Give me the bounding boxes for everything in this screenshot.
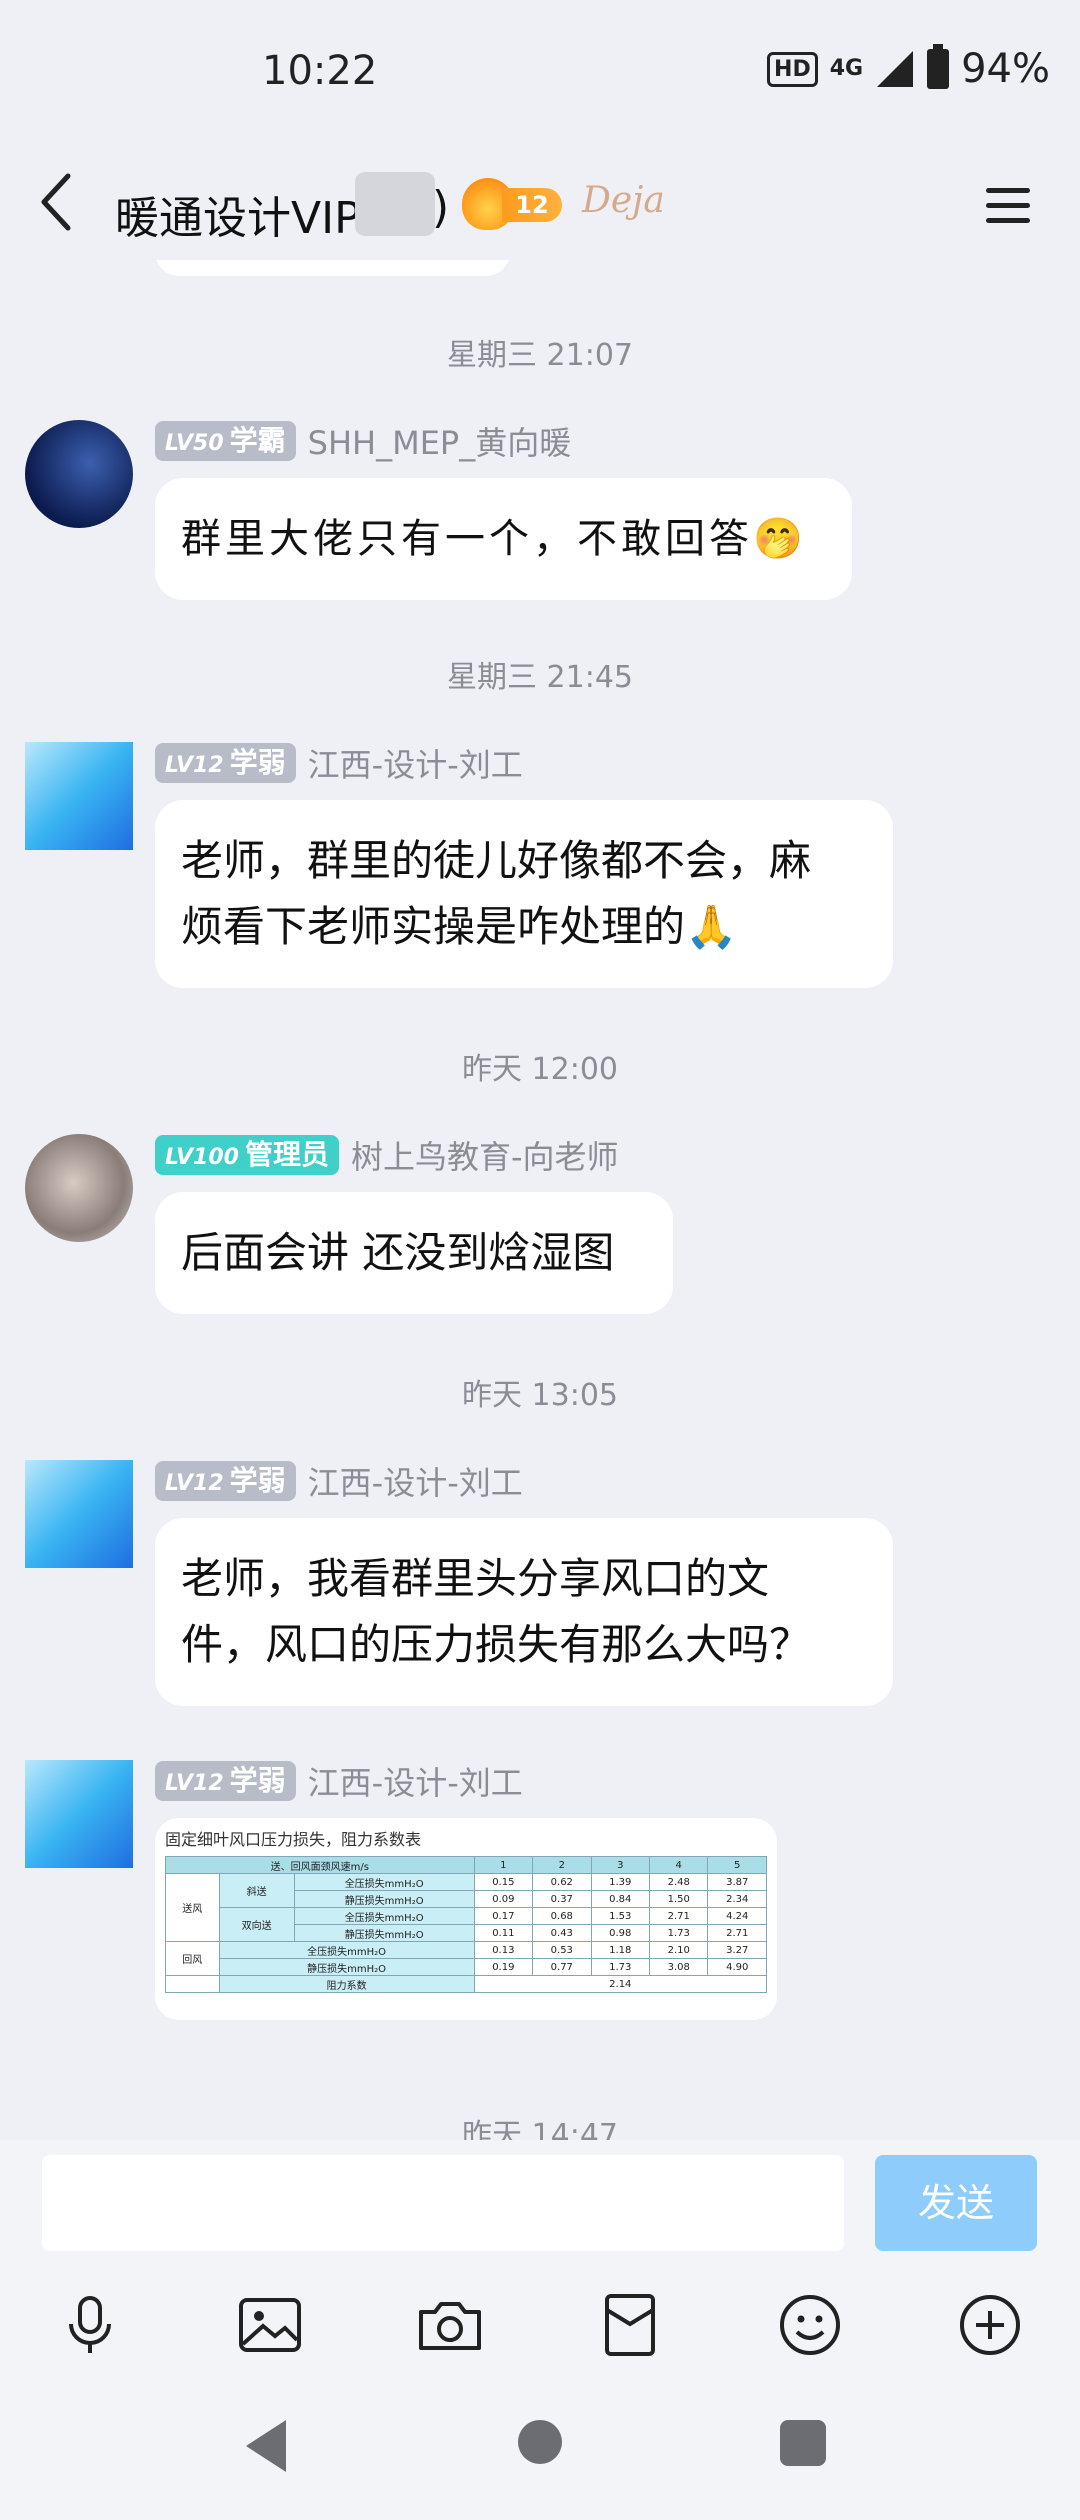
message-text-line: 老师，群里的徒儿好像都不会，麻 (181, 836, 812, 885)
timestamp: 昨天 14:47 (462, 2118, 618, 2140)
emoji-icon[interactable] (775, 2290, 845, 2360)
table-row: 静压损失mmH₂O 0.19 0.77 1.73 3.08 4.90 (166, 1958, 767, 1976)
message-text-line: 烦看下老师实操是咋处理的🙏 (181, 902, 738, 951)
table-header-cell: 2 (532, 1856, 592, 1874)
table-header-cell: 1 (473, 1856, 534, 1874)
sender-name[interactable]: 江西-设计-刘工 (308, 740, 523, 786)
message-feed[interactable]: 星期三 21:07 LV50 学霸 SHH_MEP_黄向暖 群里大佬只有一个，不敢… (0, 260, 1080, 2140)
level-badge: LV12 学弱 (155, 1761, 296, 1801)
fire-level: 12 (502, 188, 562, 222)
table-row: 回风 全压损失mmH₂O 0.13 0.53 1.18 2.10 3.27 (165, 1941, 767, 1976)
sender-name[interactable]: 江西-设计-刘工 (308, 1458, 523, 1504)
camera-icon[interactable] (415, 2290, 485, 2360)
send-button[interactable]: 发送 (875, 2155, 1037, 2251)
image-title: 固定细叶风口压力损失，阻力系数表 (165, 1830, 422, 1849)
previous-message-bubble (155, 260, 510, 276)
avatar[interactable] (25, 1134, 133, 1242)
avatar[interactable] (25, 1460, 133, 1568)
group-fire-badge[interactable]: 12 (462, 178, 564, 230)
chat-title[interactable]: 暖通设计VIP (115, 182, 361, 246)
timestamp: 星期三 21:07 (447, 338, 633, 373)
message-input[interactable] (42, 2155, 844, 2251)
nav-back-icon[interactable] (246, 2420, 286, 2472)
table-row: 送风 斜送 全压损失mmH₂O 0.15 0.62 1.39 2.48 3.87 (165, 1873, 767, 1942)
hd-icon: HD (767, 51, 818, 87)
image-icon[interactable] (235, 2290, 305, 2360)
timestamp: 昨天 13:05 (462, 1378, 618, 1413)
avatar[interactable] (25, 1760, 133, 1868)
message-bubble[interactable]: 老师，我看群里头分享风口的文 件，风口的压力损失有那么大吗？ (155, 1518, 893, 1706)
menu-icon[interactable] (986, 188, 1030, 224)
level-badge: LV12 学弱 (155, 743, 296, 783)
level-badge: LV50 学霸 (155, 421, 296, 461)
table-header-cell: 4 (648, 1856, 709, 1874)
status-time: 10:22 (262, 48, 378, 94)
level-badge: LV12 学弱 (155, 1461, 296, 1501)
message-text-line: 老师，我看群里头分享风口的文 (181, 1554, 770, 1603)
chat-header: 暖通设计VIP ) 12 Deja (0, 150, 1080, 260)
table-row: 阻力系数 2.14 (165, 1975, 768, 1993)
admin-badge: LV100 管理员 (155, 1135, 339, 1175)
table-row: 双向送 全压损失mmH₂O 0.17 0.68 1.53 2.71 4.24 (166, 1907, 767, 1942)
input-toolbar (0, 2270, 1080, 2380)
message-bubble[interactable]: 后面会讲 还没到焓湿图 (155, 1192, 673, 1314)
image-message[interactable]: 固定细叶风口压力损失，阻力系数表 送、回风面颈风速m/s 1 2 3 4 5 送… (155, 1818, 777, 2020)
status-bar: 10:22 HD 4G 94% (0, 0, 1080, 150)
chat-title-suffix: ) (432, 182, 450, 233)
battery-percent: 94% (961, 46, 1050, 92)
signal-icon (877, 51, 914, 87)
message-meta: LV12 学弱 江西-设计-刘工 (155, 1460, 523, 1502)
sender-name[interactable]: SHH_MEP_黄向暖 (308, 418, 572, 464)
pressure-loss-table: 送、回风面颈风速m/s 1 2 3 4 5 送风 斜送 全压损失mmH₂O 0.… (165, 1856, 768, 1993)
deja-badge[interactable]: Deja (582, 180, 665, 221)
plus-icon[interactable] (955, 2290, 1025, 2360)
system-nav-bar (0, 2380, 1080, 2520)
timestamp: 星期三 21:45 (447, 660, 633, 695)
redacted-area (355, 172, 435, 236)
message-text-line: 件，风口的压力损失有那么大吗？ (181, 1620, 812, 1669)
timestamp: 昨天 12:00 (462, 1052, 618, 1087)
network-label: 4G (829, 56, 864, 81)
nav-recent-icon[interactable] (780, 2420, 826, 2466)
message-bubble[interactable]: 老师，群里的徒儿好像都不会，麻 烦看下老师实操是咋处理的🙏 (155, 800, 893, 988)
message-meta: LV12 学弱 江西-设计-刘工 (155, 742, 523, 784)
microphone-icon[interactable] (55, 2290, 125, 2360)
red-packet-icon[interactable] (595, 2290, 665, 2360)
nav-home-icon[interactable] (518, 2420, 562, 2464)
message-meta: LV12 学弱 江西-设计-刘工 (155, 1760, 523, 1802)
message-meta: LV50 学霸 SHH_MEP_黄向暖 (155, 420, 571, 462)
avatar[interactable] (25, 420, 133, 528)
sender-name[interactable]: 江西-设计-刘工 (308, 1758, 523, 1804)
message-bubble[interactable]: 群里大佬只有一个，不敢回答🤭 (155, 478, 852, 600)
table-header-cell: 5 (707, 1856, 767, 1874)
battery-icon (927, 44, 950, 89)
status-icons: HD 4G 94% (767, 44, 1050, 92)
table-header-cell: 3 (590, 1856, 651, 1874)
sender-name[interactable]: 树上鸟教育-向老师 (351, 1132, 619, 1178)
input-bar: 发送 (0, 2140, 1080, 2270)
avatar[interactable] (25, 742, 133, 850)
table-header-cell: 送、回风面颈风速m/s (165, 1856, 475, 1874)
message-meta: LV100 管理员 树上鸟教育-向老师 (155, 1134, 619, 1176)
back-arrow-icon[interactable] (36, 170, 96, 240)
